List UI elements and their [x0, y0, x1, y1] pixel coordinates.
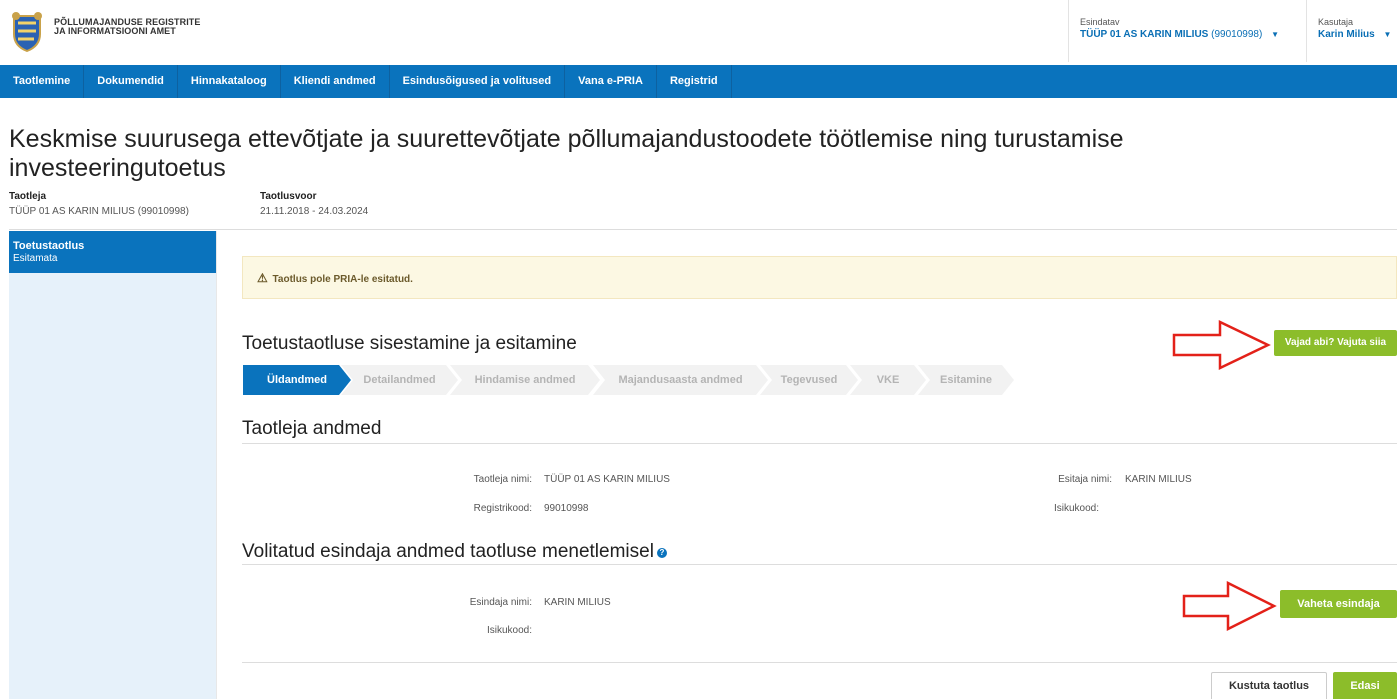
- nav-kliendi-andmed[interactable]: Kliendi andmed: [281, 65, 390, 98]
- step-hindamise-andmed[interactable]: Hindamise andmed: [450, 365, 600, 395]
- main-nav: Taotlemine Dokumendid Hinnakataloog Klie…: [0, 65, 1397, 98]
- step-detailandmed[interactable]: Detailandmed: [341, 365, 458, 395]
- represented-name: TÜÜP 01 AS KARIN MILIUS: [1080, 29, 1209, 40]
- representative-name-value: KARIN MILIUS: [544, 597, 611, 608]
- step-vke[interactable]: VKE: [850, 365, 926, 395]
- change-representative-button[interactable]: Vaheta esindaja: [1280, 590, 1397, 618]
- step-label: Majandusaasta andmed: [618, 374, 743, 386]
- round-meta-value: 21.11.2018 - 24.03.2024: [260, 206, 369, 217]
- warning-alert: ⚠ Taotlus pole PRIA-le esitatud.: [242, 256, 1397, 299]
- red-arrow-icon: [1172, 320, 1271, 370]
- info-icon[interactable]: ?: [656, 548, 667, 558]
- applicant-name-label: Taotleja nimi:: [473, 474, 532, 485]
- submitter-name-label: Esitaja nimi:: [1058, 474, 1112, 485]
- section-heading-text: Volitatud esindaja andmed taotluse menet…: [242, 541, 654, 562]
- submitter-idcode-label: Isikukood:: [1053, 503, 1099, 514]
- sidebar-item-status: Esitamata: [13, 253, 58, 264]
- delete-application-button[interactable]: Kustuta taotlus: [1211, 672, 1327, 699]
- agency-name: Põllumajanduse Registrite ja Informatsio…: [54, 18, 201, 36]
- step-label: VKE: [876, 374, 900, 386]
- top-header: Põllumajanduse Registrite ja Informatsio…: [0, 0, 1397, 65]
- nav-esindusoigused[interactable]: Esindusõigused ja volitused: [390, 65, 566, 98]
- applicant-meta-value: TÜÜP 01 AS KARIN MILIUS (99010998): [9, 206, 189, 217]
- page-title: Keskmise suurusega ettevõtjate ja suuret…: [9, 125, 1124, 182]
- submitter-name-value: KARIN MILIUS: [1125, 474, 1192, 485]
- round-meta-label: Taotlusvoor: [260, 191, 317, 202]
- divider: [242, 564, 1397, 565]
- red-arrow-icon: [1182, 581, 1277, 631]
- step-majandusaasta-andmed[interactable]: Majandusaasta andmed: [593, 365, 768, 395]
- header-divider: [1306, 0, 1307, 62]
- nav-registrid[interactable]: Registrid: [657, 65, 732, 98]
- sidebar-item-title: Toetustaotlus: [13, 240, 85, 252]
- agency-name-line2: ja Informatsiooni Amet: [54, 26, 176, 36]
- applicant-name-value: TÜÜP 01 AS KARIN MILIUS: [544, 474, 670, 485]
- nav-dokumendid[interactable]: Dokumendid: [84, 65, 178, 98]
- regcode-value: 99010998: [544, 503, 589, 514]
- alert-text: Taotlus pole PRIA-le esitatud.: [272, 274, 413, 285]
- user-name: Karin Milius: [1318, 29, 1375, 40]
- user-label: Kasutaja: [1318, 17, 1354, 27]
- applicant-meta-label: Taotleja: [9, 191, 47, 202]
- section-heading-submit: Toetustaotluse sisestamine ja esitamine: [242, 333, 577, 354]
- representative-name-label: Esindaja nimi:: [469, 597, 532, 608]
- next-button[interactable]: Edasi: [1333, 672, 1397, 699]
- coat-of-arms-logo: [12, 12, 42, 52]
- step-label: Esitamine: [940, 374, 992, 386]
- step-esitamine[interactable]: Esitamine: [918, 365, 1014, 395]
- representative-idcode-label: Isikukood:: [486, 625, 532, 636]
- step-label: Detailandmed: [363, 374, 436, 386]
- represented-label: Esindatav: [1080, 17, 1120, 27]
- divider: [242, 662, 1397, 663]
- help-button[interactable]: Vajad abi? Vajuta siia: [1274, 330, 1397, 356]
- section-heading-applicant: Taotleja andmed: [242, 418, 382, 439]
- step-label: Üldandmed: [267, 374, 327, 386]
- regcode-label: Registrikood:: [473, 503, 532, 514]
- step-uldandmed[interactable]: Üldandmed: [243, 365, 351, 395]
- nav-taotlemine[interactable]: Taotlemine: [0, 65, 85, 98]
- caret-down-icon: ▼: [1271, 30, 1279, 39]
- sidebar: Toetustaotlus Esitamata: [9, 231, 216, 699]
- nav-hinnakataloog[interactable]: Hinnakataloog: [178, 65, 281, 98]
- nav-vana-epria[interactable]: Vana e-PRIA: [565, 65, 657, 98]
- represented-code: (99010998): [1211, 29, 1263, 40]
- step-tegevused[interactable]: Tegevused: [760, 365, 858, 395]
- divider: [242, 443, 1397, 444]
- header-divider: [1068, 0, 1069, 62]
- divider: [216, 231, 217, 699]
- step-label: Tegevused: [780, 374, 838, 386]
- user-selector[interactable]: Karin Milius ▼: [1318, 29, 1391, 40]
- divider: [9, 229, 1397, 230]
- represented-selector[interactable]: TÜÜP 01 AS KARIN MILIUS (99010998) ▼: [1080, 29, 1279, 40]
- section-heading-representative: Volitatud esindaja andmed taotluse menet…: [242, 541, 667, 563]
- warning-icon: ⚠: [257, 271, 268, 285]
- step-label: Hindamise andmed: [474, 374, 576, 386]
- sidebar-item-toetustaotlus[interactable]: Toetustaotlus Esitamata: [9, 231, 216, 273]
- caret-down-icon: ▼: [1383, 30, 1392, 39]
